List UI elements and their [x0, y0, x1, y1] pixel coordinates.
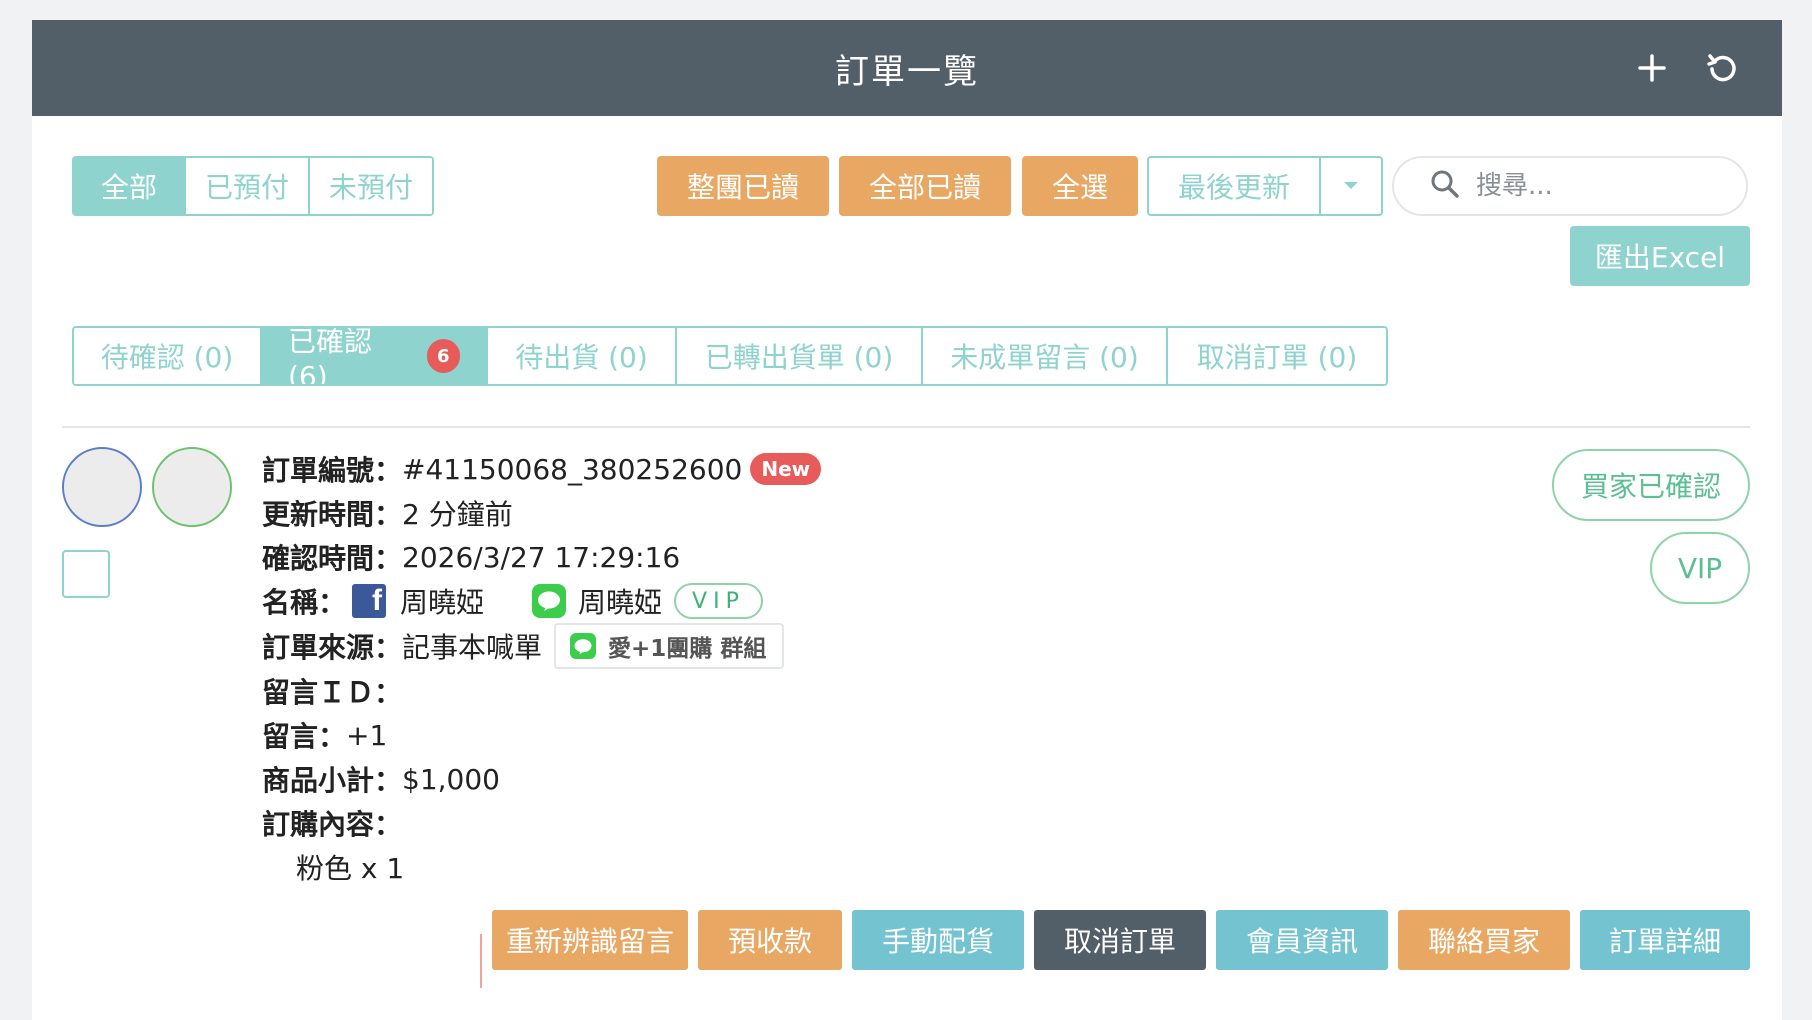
tab-unordered-comments[interactable]: 未成單留言 (0): [923, 328, 1168, 384]
reparse-comment-button[interactable]: 重新辨識留言: [492, 910, 688, 970]
sort-select[interactable]: 最後更新: [1149, 158, 1321, 214]
name-row: 名稱： f 周曉婭 周曉婭 VIP: [262, 579, 821, 623]
updated-value: 2 分鐘前: [402, 498, 513, 531]
vip-tag: VIP: [674, 583, 763, 619]
manual-assign-button[interactable]: 手動配貨: [852, 910, 1024, 970]
divider: [480, 934, 482, 988]
contents-label: 訂購內容：: [262, 808, 403, 841]
source-row: 訂單來源： 記事本喊單 愛+1團購 群組: [262, 623, 821, 669]
confirmed-value: 2026/3/27 17:29:16: [402, 540, 681, 574]
subtotal-value: $1,000: [402, 762, 500, 796]
subtotal-row: 商品小計： $1,000: [262, 757, 821, 801]
comment-row: 留言： +1: [262, 713, 821, 757]
facebook-name: 周曉婭: [400, 586, 485, 619]
all-read-button[interactable]: 全部已讀: [839, 156, 1011, 216]
line-icon: [532, 584, 567, 618]
comment-id-label: 留言ＩＤ：: [262, 676, 403, 709]
order-detail-button[interactable]: 訂單詳細: [1580, 910, 1750, 970]
group-name: 愛+1團購 群組: [608, 636, 767, 662]
sort-dropdown: 最後更新: [1147, 156, 1383, 216]
select-all-button[interactable]: 全選: [1022, 156, 1138, 216]
tab-confirmed[interactable]: 已確認 (6) 6: [262, 328, 488, 384]
avatar: [62, 447, 142, 527]
comment-label: 留言：: [262, 720, 347, 753]
tab-pending[interactable]: 待確認 (0): [74, 328, 262, 384]
filter-unpaid[interactable]: 未預付: [310, 158, 432, 214]
list-item: 粉色 x 1: [262, 845, 821, 889]
status-tabs: 待確認 (0) 已確認 (6) 6 待出貨 (0) 已轉出貨單 (0) 未成單留…: [72, 326, 1388, 386]
comment-value: +1: [346, 718, 388, 752]
tab-to-ship[interactable]: 待出貨 (0): [488, 328, 677, 384]
source-label: 訂單來源：: [262, 631, 403, 664]
order-list-panel: 訂單一覽 全部 已預付 未預付 整團已讀 全部已讀 全選 最後更新 匯出Exce…: [32, 20, 1782, 1020]
refresh-icon[interactable]: [1698, 44, 1746, 92]
order-checkbox[interactable]: [62, 550, 110, 598]
line-name: 周曉婭: [578, 586, 663, 619]
prepay-button[interactable]: 預收款: [698, 910, 842, 970]
search-box: [1392, 156, 1748, 216]
vip-button[interactable]: VIP: [1650, 532, 1750, 604]
group-read-button[interactable]: 整團已讀: [657, 156, 829, 216]
confirmed-label: 確認時間：: [262, 542, 403, 575]
order-number: #41150068_380252600: [402, 452, 743, 486]
facebook-icon: f: [352, 584, 387, 618]
new-badge: New: [750, 453, 822, 485]
updated-label: 更新時間：: [262, 498, 403, 531]
updated-row: 更新時間： 2 分鐘前: [262, 491, 821, 535]
confirmed-row: 確認時間： 2026/3/27 17:29:16: [262, 535, 821, 579]
filter-prepaid[interactable]: 已預付: [186, 158, 310, 214]
group-tag: 愛+1團購 群組: [554, 623, 785, 669]
unread-count-badge: 6: [426, 339, 460, 373]
search-icon: [1430, 169, 1460, 203]
buyer-confirmed-button[interactable]: 買家已確認: [1552, 449, 1750, 521]
contact-buyer-button[interactable]: 聯絡買家: [1398, 910, 1570, 970]
line-icon: [570, 633, 597, 659]
order-number-row: 訂單編號： #41150068_380252600 New: [262, 447, 822, 491]
payment-filter: 全部 已預付 未預付: [72, 156, 434, 216]
order-item: 粉色 x 1: [296, 852, 405, 885]
header-bar: 訂單一覽: [32, 20, 1782, 116]
tab-cancelled[interactable]: 取消訂單 (0): [1168, 328, 1386, 384]
comment-id-row: 留言ＩＤ：: [262, 669, 821, 713]
order-number-label: 訂單編號：: [262, 454, 403, 487]
tab-confirmed-label: 已確認 (6): [288, 326, 373, 386]
member-info-button[interactable]: 會員資訊: [1216, 910, 1388, 970]
plus-icon[interactable]: [1628, 44, 1676, 92]
chevron-down-icon[interactable]: [1321, 158, 1381, 214]
order-info: 訂單編號： #41150068_380252600 New 更新時間： 2 分鐘…: [262, 447, 822, 889]
search-input[interactable]: [1476, 171, 1716, 201]
export-excel-button[interactable]: 匯出Excel: [1570, 226, 1750, 286]
subtotal-label: 商品小計：: [262, 764, 403, 797]
avatar: [152, 447, 232, 527]
divider: [62, 426, 1750, 428]
filter-all[interactable]: 全部: [74, 158, 186, 214]
contents-row: 訂購內容：: [262, 801, 821, 845]
cancel-order-button[interactable]: 取消訂單: [1034, 910, 1206, 970]
source-value: 記事本喊單: [402, 631, 543, 664]
name-label: 名稱：: [262, 586, 347, 619]
page-title: 訂單一覽: [835, 51, 979, 92]
tab-shipped[interactable]: 已轉出貨單 (0): [677, 328, 923, 384]
